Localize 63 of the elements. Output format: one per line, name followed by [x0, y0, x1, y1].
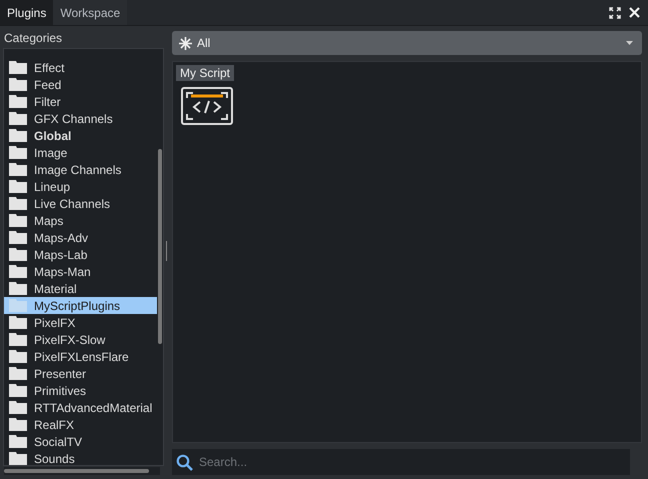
folder-icon [9, 316, 27, 329]
category-item[interactable]: Effect [4, 59, 157, 76]
category-item[interactable]: RTTAdvancedMaterial [4, 399, 157, 416]
category-item[interactable]: Material [4, 280, 157, 297]
panel-tab[interactable]: Plugins [0, 0, 54, 25]
category-item[interactable]: Live Channels [4, 195, 157, 212]
splitter-handle[interactable] [166, 241, 170, 261]
search-field[interactable]: Search... [197, 454, 626, 470]
folder-icon [9, 452, 27, 465]
folder-icon [9, 350, 27, 363]
category-item[interactable]: Feed [4, 76, 157, 93]
folder-icon [9, 299, 27, 312]
category-item[interactable]: Image [4, 144, 157, 161]
folder-icon [9, 282, 27, 295]
folder-icon [9, 129, 27, 142]
folder-icon [9, 231, 27, 244]
folder-icon [9, 112, 27, 125]
category-item[interactable]: Maps [4, 212, 157, 229]
category-item[interactable]: PixelFXLensFlare [4, 348, 157, 365]
folder-icon [9, 197, 27, 210]
category-item[interactable]: Global [4, 127, 157, 144]
folder-icon [9, 333, 27, 346]
folder-icon [9, 214, 27, 227]
folder-icon [9, 367, 27, 380]
folder-icon [9, 401, 27, 414]
sidebar-title: Categories [3, 30, 64, 47]
search-icon [176, 454, 193, 470]
panel-tab[interactable]: Workspace [53, 0, 128, 25]
category-item[interactable]: Image Channels [4, 161, 157, 178]
folder-icon [9, 248, 27, 261]
category-item[interactable]: Lineup [4, 178, 157, 195]
category-item[interactable]: PixelFX [4, 314, 157, 331]
folder-icon [9, 163, 27, 176]
category-item[interactable]: Maps-Adv [4, 229, 157, 246]
category-item[interactable]: Presenter [4, 365, 157, 382]
horizontal-scrollbar[interactable] [4, 467, 160, 475]
asterisk-icon [179, 36, 192, 50]
category-item[interactable]: GFX Channels [4, 110, 157, 127]
folder-icon [9, 265, 27, 278]
search-bar[interactable]: Search... [172, 449, 630, 475]
filter-dropdown[interactable]: All [172, 31, 642, 55]
category-item[interactable]: Filter [4, 93, 157, 110]
category-item[interactable]: Primitives [4, 382, 157, 399]
folder-icon [9, 95, 27, 108]
category-item[interactable]: Maps-Lab [4, 246, 157, 263]
category-item[interactable]: Sounds [4, 450, 157, 465]
folder-icon [9, 146, 27, 159]
category-item[interactable]: MyScriptPlugins [4, 297, 157, 314]
folder-icon [9, 418, 27, 431]
script-icon[interactable] [181, 87, 233, 125]
plugin-label: My Script [176, 65, 234, 81]
caret-icon [626, 41, 633, 45]
folder-icon [9, 384, 27, 397]
folder-icon [9, 61, 27, 74]
category-item[interactable]: PixelFX-Slow [4, 331, 157, 348]
maximize-icon[interactable] [609, 6, 621, 18]
category-item[interactable]: RealFX [4, 416, 157, 433]
folder-icon [9, 180, 27, 193]
folder-icon [9, 78, 27, 91]
category-item[interactable]: SocialTV [4, 433, 157, 450]
category-item[interactable]: Maps-Man [4, 263, 157, 280]
folder-icon [9, 435, 27, 448]
close-icon[interactable] [629, 7, 640, 18]
